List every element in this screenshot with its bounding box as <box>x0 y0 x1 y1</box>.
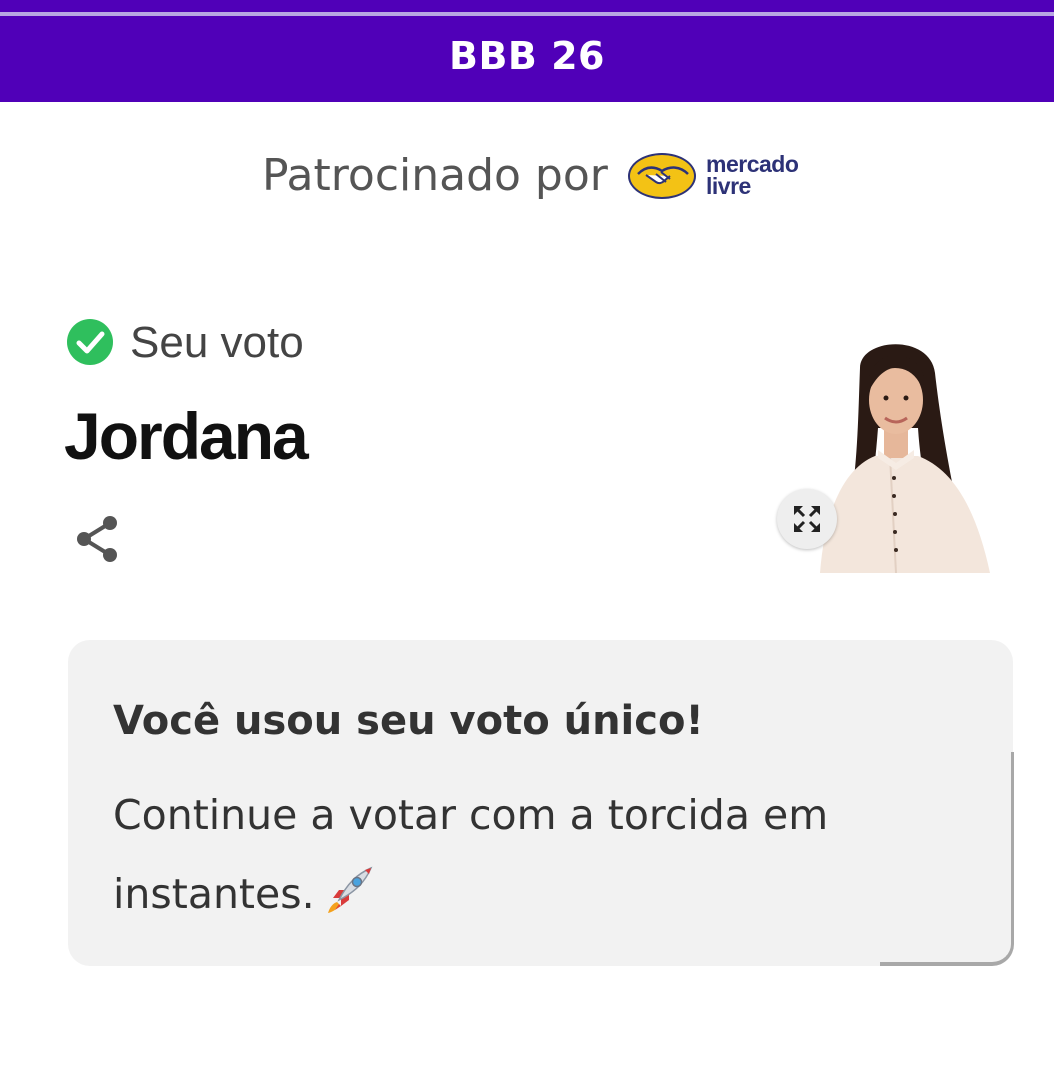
message-card: Você usou seu voto único! Continue a vot… <box>68 640 1013 966</box>
expand-photo-button[interactable] <box>777 489 837 549</box>
vote-label: Seu voto <box>130 318 304 367</box>
message-body-text: Continue a votar com a torcida em instan… <box>113 791 829 918</box>
handshake-icon <box>637 166 689 185</box>
message-title: Você usou seu voto único! <box>113 698 704 744</box>
sponsor-label: Patrocinado por <box>262 150 608 201</box>
rocket-icon <box>327 866 373 913</box>
candidate-name: Jordana <box>64 399 309 473</box>
share-icon[interactable] <box>72 513 122 565</box>
card-corner-shadow <box>880 752 1014 966</box>
top-bar-divider <box>0 12 1054 16</box>
page-title: BBB 26 <box>448 34 605 78</box>
page: BBB 26 Patrocinado por mercado livre Seu… <box>0 0 1054 1066</box>
mercado-livre-logo[interactable]: mercado livre <box>626 151 821 203</box>
check-circle-icon <box>67 319 113 365</box>
sponsor-banner: Patrocinado por mercado livre <box>0 148 1054 208</box>
candidate-photo <box>800 338 1015 573</box>
message-body: Continue a votar com a torcida em instan… <box>113 776 913 934</box>
expand-icon <box>794 506 820 532</box>
logo-text-line1: mercado <box>706 151 799 177</box>
logo-text: mercado livre <box>706 151 799 199</box>
logo-text-line2: livre <box>706 173 751 199</box>
top-bar: BBB 26 <box>0 0 1054 102</box>
candidate-portrait <box>800 338 1015 573</box>
